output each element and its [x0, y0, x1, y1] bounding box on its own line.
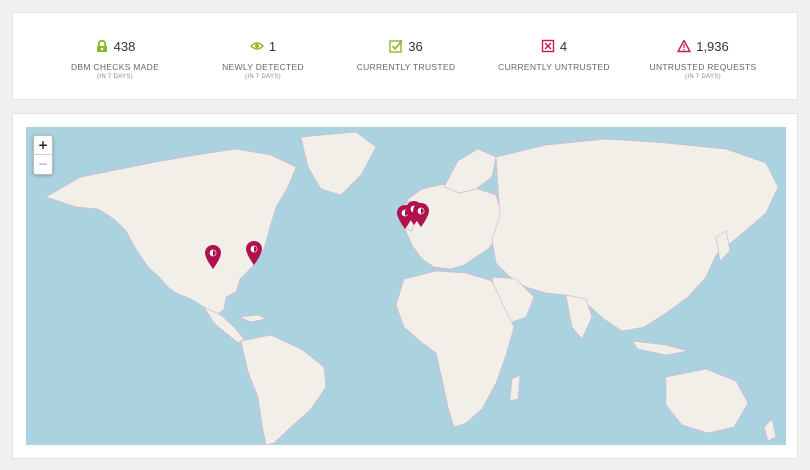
stat-value: 36 — [408, 38, 423, 54]
dbm-check-icon — [95, 39, 109, 53]
zoom-out-button[interactable]: − — [34, 155, 52, 174]
checkbox-x-icon — [541, 39, 555, 53]
marker-germany[interactable] — [413, 203, 429, 227]
stat-value: 438 — [113, 38, 136, 54]
stat-label: UNTRUSTED REQUESTS — [649, 62, 757, 72]
stat-label: CURRENTLY UNTRUSTED — [498, 62, 610, 72]
asia — [491, 138, 779, 332]
stat-value: 1,936 — [696, 38, 729, 54]
warning-triangle-icon — [677, 39, 691, 53]
stats-panel: 438 DBM CHECKS MADE (IN 7 DAYS) 1 NEWLY … — [12, 12, 798, 100]
zoom-in-button[interactable]: + — [34, 136, 52, 155]
stat-label: DBM CHECKS MADE — [70, 62, 160, 72]
stat-sub: (IN 7 DAYS) — [97, 74, 133, 80]
stat-newly-detected: 1 NEWLY DETECTED (IN 7 DAYS) — [188, 37, 338, 81]
zoom-control: + − — [33, 135, 53, 175]
central-america — [203, 306, 245, 344]
stat-untrusted-requests: 1,936 UNTRUSTED REQUESTS (IN 7 DAYS) — [628, 37, 778, 81]
north-america — [45, 148, 297, 316]
world-map[interactable]: + − — [26, 127, 786, 445]
new-zealand — [763, 418, 777, 442]
australia — [665, 368, 749, 434]
south-america — [240, 334, 327, 445]
stat-value: 1 — [268, 38, 277, 54]
eye-icon — [249, 39, 264, 53]
stat-label: CURRENTLY TRUSTED — [356, 62, 456, 72]
stat-value: 4 — [559, 38, 568, 54]
scandinavia — [443, 148, 497, 194]
madagascar — [509, 374, 521, 402]
stat-currently-trusted: 36 CURRENTLY TRUSTED — [331, 37, 481, 73]
marker-east-us[interactable] — [246, 241, 262, 265]
africa — [395, 270, 515, 428]
stat-sub: (IN 7 DAYS) — [685, 74, 721, 80]
stat-currently-untrusted: 4 CURRENTLY UNTRUSTED — [479, 37, 629, 73]
caribbean — [238, 314, 268, 323]
stat-dbm-checks: 438 DBM CHECKS MADE (IN 7 DAYS) — [40, 37, 190, 81]
stat-label: NEWLY DETECTED — [222, 62, 304, 72]
greenland — [300, 131, 377, 196]
stat-sub: (IN 7 DAYS) — [245, 74, 281, 80]
checkbox-checked-icon — [389, 39, 403, 53]
indonesia — [631, 340, 689, 356]
map-panel: + − — [12, 113, 798, 459]
world-map-land — [45, 131, 779, 445]
marker-central-us[interactable] — [205, 245, 221, 269]
